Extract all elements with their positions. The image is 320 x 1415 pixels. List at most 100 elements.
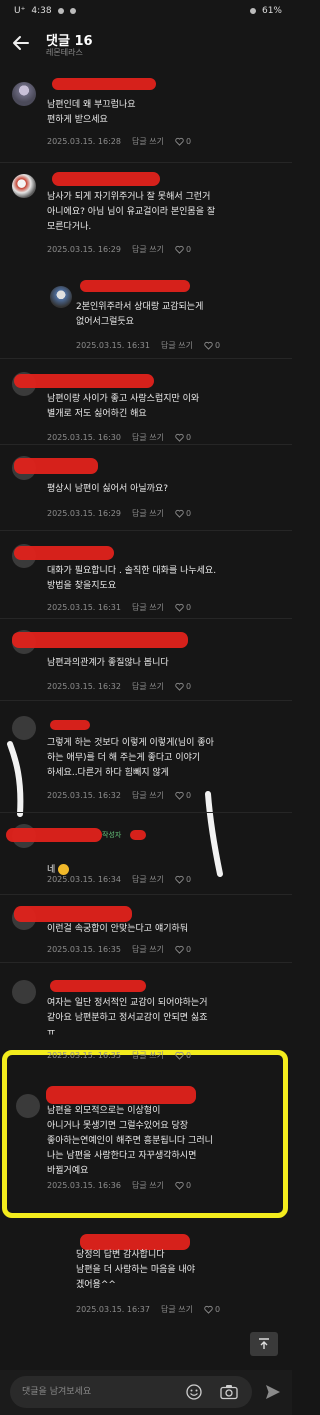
comment-date: 2025.03.15. 16:31 <box>47 603 121 612</box>
redacted-username <box>14 546 114 560</box>
reply-button[interactable]: 답글 쓰기 <box>161 340 193 351</box>
comment-date: 2025.03.15. 16:29 <box>47 245 121 254</box>
like-button[interactable]: 0 <box>175 791 191 800</box>
heart-icon <box>175 137 184 146</box>
redacted-username <box>6 828 102 842</box>
heart-icon <box>175 509 184 518</box>
divider <box>0 812 292 813</box>
comment-meta: 2025.03.15. 16:31 답글 쓰기 0 <box>47 602 191 613</box>
reply-button[interactable]: 답글 쓰기 <box>132 432 164 443</box>
redacted-username <box>14 458 98 474</box>
avatar[interactable] <box>12 716 36 740</box>
like-button[interactable]: 0 <box>175 137 191 146</box>
like-count: 0 <box>185 509 192 518</box>
comment-date: 2025.03.15. 16:37 <box>76 1305 150 1314</box>
avatar[interactable] <box>16 1094 40 1118</box>
heart-icon <box>175 791 184 800</box>
back-arrow-icon[interactable] <box>12 34 30 52</box>
like-button[interactable]: 0 <box>175 603 191 612</box>
reply-button[interactable]: 답글 쓰기 <box>132 1050 164 1061</box>
comment-date: 2025.03.15. 16:31 <box>76 341 150 350</box>
reply-button[interactable]: 답글 쓰기 <box>161 1304 193 1315</box>
comment-text: 당정의 답변 감사합니다 남편을 더 사랑하는 마음을 내야 겠어용^^ <box>76 1250 196 1290</box>
like-button[interactable]: 0 <box>175 433 191 442</box>
heart-icon <box>175 245 184 254</box>
emoji-icon[interactable] <box>186 1384 202 1400</box>
like-button[interactable]: 0 <box>204 341 220 350</box>
divider <box>0 618 292 619</box>
comment-input[interactable] <box>10 1376 252 1408</box>
divider <box>0 700 292 701</box>
like-count: 0 <box>185 791 192 800</box>
battery-level: 61% <box>261 6 282 16</box>
heart-icon <box>175 1181 184 1190</box>
like-button[interactable]: 0 <box>175 1181 191 1190</box>
like-button[interactable]: 0 <box>204 1305 220 1314</box>
reply-button[interactable]: 답글 쓰기 <box>132 874 164 885</box>
comment-text: 남편과의관계가 좋질않나 봅니다 <box>47 658 169 668</box>
reply-button[interactable]: 답글 쓰기 <box>132 944 164 955</box>
comment-date: 2025.03.15. 16:32 <box>47 791 121 800</box>
like-count: 0 <box>214 341 221 350</box>
divider <box>0 530 292 531</box>
redacted-username <box>14 906 132 922</box>
like-count: 0 <box>185 137 192 146</box>
avatar[interactable] <box>12 82 36 106</box>
comment-text: 평상시 남편이 싫어서 아닐까요? <box>47 484 169 494</box>
avatar[interactable] <box>50 286 72 308</box>
camera-icon[interactable] <box>220 1384 238 1400</box>
reply-button[interactable]: 답글 쓰기 <box>132 244 164 255</box>
comment-date: 2025.03.15. 16:34 <box>47 875 121 884</box>
like-button[interactable]: 0 <box>175 682 191 691</box>
redacted-username <box>50 980 146 992</box>
comment-meta: 2025.03.15. 16:36 답글 쓰기 0 <box>47 1180 191 1191</box>
comment-text: 이런걸 속궁합이 안맞는다고 얘기하둬 <box>47 924 189 934</box>
like-count: 0 <box>185 1051 192 1060</box>
comment-meta: 2025.03.15. 16:28 답글 쓰기 0 <box>47 136 191 147</box>
comment-date: 2025.03.15. 16:36 <box>47 1181 121 1190</box>
redaction-mark <box>130 830 146 840</box>
heart-icon <box>175 1051 184 1060</box>
signal-icon <box>249 8 256 14</box>
comment-meta: 2025.03.15. 16:32 답글 쓰기 0 <box>47 790 191 801</box>
like-button[interactable]: 0 <box>175 509 191 518</box>
heart-icon <box>175 603 184 612</box>
like-button[interactable]: 0 <box>175 875 191 884</box>
like-button[interactable]: 0 <box>175 945 191 954</box>
reply-button[interactable]: 답글 쓰기 <box>132 681 164 692</box>
reply-button[interactable]: 답글 쓰기 <box>132 1180 164 1191</box>
comment-meta: 2025.03.15. 16:31 답글 쓰기 0 <box>76 340 220 351</box>
redacted-username <box>14 374 154 388</box>
comment-date: 2025.03.15. 16:35 <box>47 945 121 954</box>
redacted-username <box>80 280 190 292</box>
like-count: 0 <box>185 603 192 612</box>
heart-icon <box>204 1305 213 1314</box>
avatar[interactable] <box>12 980 36 1004</box>
comment-meta: 2025.03.15. 16:29 답글 쓰기 0 <box>47 244 191 255</box>
notification-icon <box>69 8 76 14</box>
comment-meta: 2025.03.15. 16:35 답글 쓰기 0 <box>47 1050 191 1061</box>
like-button[interactable]: 0 <box>175 1051 191 1060</box>
reply-button[interactable]: 답글 쓰기 <box>132 790 164 801</box>
reply-button[interactable]: 답글 쓰기 <box>132 136 164 147</box>
scroll-top-button[interactable] <box>250 1332 278 1356</box>
divider <box>0 162 292 163</box>
divider <box>0 894 292 895</box>
status-time: 4:38 <box>31 6 52 16</box>
like-button[interactable]: 0 <box>175 245 191 254</box>
comment-text: 대화가 필요합니다 . 솔직한 대화를 나누세요. 방법을 찾을지도요 <box>47 566 217 591</box>
like-count: 0 <box>185 245 192 254</box>
reply-button[interactable]: 답글 쓰기 <box>132 602 164 613</box>
comment-date: 2025.03.15. 16:32 <box>47 682 121 691</box>
notification-icon <box>57 8 64 14</box>
comment-meta: 2025.03.15. 16:34 답글 쓰기 0 <box>47 874 191 885</box>
avatar[interactable] <box>12 174 36 198</box>
header: 댓글 16 레몬테라스 <box>0 24 292 64</box>
divider <box>0 444 292 445</box>
send-icon[interactable] <box>264 1383 282 1401</box>
reply-button[interactable]: 답글 쓰기 <box>132 508 164 519</box>
comment-date: 2025.03.15. 16:28 <box>47 137 121 146</box>
comment-date: 2025.03.15. 16:29 <box>47 509 121 518</box>
status-bar: U⁺ 4:38 61% <box>0 0 292 24</box>
white-scribble-mark <box>7 741 24 817</box>
